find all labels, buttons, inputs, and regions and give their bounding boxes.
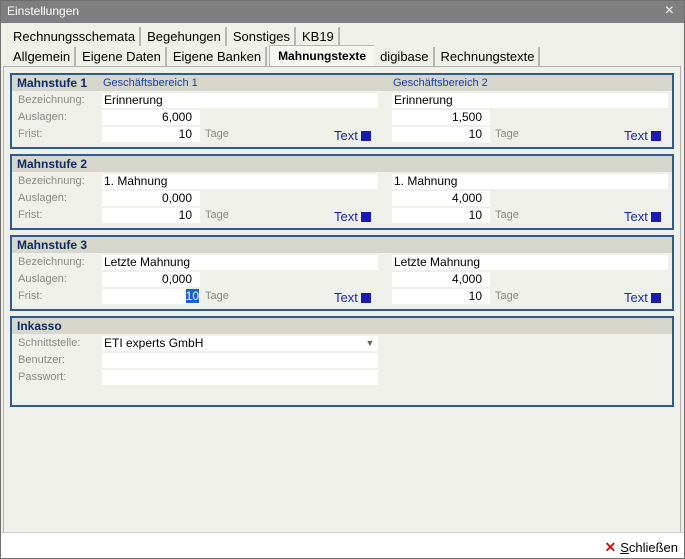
tab-eigene-daten[interactable]: Eigene Daten	[78, 47, 167, 66]
text-button-label: Text	[624, 209, 648, 224]
tab-begehungen[interactable]: Begehungen	[143, 27, 227, 46]
gb2-auslagen-input[interactable]: 4,000	[392, 191, 490, 206]
gb1-bezeichnung-input[interactable]: 1. Mahnung	[102, 174, 378, 189]
close-icon: ✕	[604, 539, 617, 555]
square-icon	[360, 130, 371, 141]
group-header: Mahnstufe 2	[12, 156, 672, 172]
gb1-bezeichnung-input[interactable]: Erinnerung	[102, 93, 378, 108]
square-icon	[360, 211, 371, 222]
tab-eigene-banken[interactable]: Eigene Banken	[169, 47, 268, 66]
gb2-text-button[interactable]: Text	[624, 128, 661, 143]
schnittstelle-label: Schnittstelle:	[18, 337, 81, 349]
group-header: Mahnstufe 1 Geschäftsbereich 1 Geschäfts…	[12, 75, 672, 91]
auslagen-label: Auslagen:	[18, 111, 67, 123]
gb1-auslagen-input[interactable]: 0,000	[102, 191, 200, 206]
passwort-label: Passwort:	[18, 371, 67, 383]
gb1-frist-input[interactable]: 10	[102, 127, 200, 142]
group-header: Inkasso	[12, 318, 672, 334]
benutzer-label: Benutzer:	[18, 354, 66, 366]
gb1-text-button[interactable]: Text	[334, 128, 371, 143]
close-accelerator: S	[620, 540, 629, 555]
footer-bar: ✕ Schließen	[1, 532, 684, 558]
gb1-text-button[interactable]: Text	[334, 290, 371, 305]
schnittstelle-select[interactable]: ETI experts GmbH ▼	[102, 336, 378, 351]
tab-content: Mahnstufe 1 Geschäftsbereich 1 Geschäfts…	[3, 66, 681, 533]
gb1-text-button[interactable]: Text	[334, 209, 371, 224]
square-icon	[650, 130, 661, 141]
group-title: Mahnstufe 2	[17, 157, 88, 171]
gb1-frist-input[interactable]: 10	[102, 289, 200, 304]
title-bar: Einstellungen ×	[1, 1, 684, 23]
selected-text: 10	[185, 289, 199, 303]
geschaeftsbereich-2-header: Geschäftsbereich 2	[393, 77, 488, 89]
bezeichnung-label: Bezeichnung:	[18, 256, 85, 268]
bezeichnung-label: Bezeichnung:	[18, 94, 85, 106]
gb2-frist-input[interactable]: 10	[392, 208, 490, 223]
settings-window: Einstellungen × Rechnungsschemata Begehu…	[0, 0, 685, 559]
frist-label: Frist:	[18, 128, 43, 140]
tage-label: Tage	[495, 290, 519, 302]
group-title: Inkasso	[17, 319, 62, 333]
gb1-auslagen-input[interactable]: 0,000	[102, 272, 200, 287]
tab-rechnungstexte[interactable]: Rechnungstexte	[437, 47, 541, 66]
text-button-label: Text	[624, 128, 648, 143]
tage-label: Tage	[495, 209, 519, 221]
gb1-auslagen-input[interactable]: 6,000	[102, 110, 200, 125]
tage-label: Tage	[205, 209, 229, 221]
frist-label: Frist:	[18, 290, 43, 302]
tab-kb19[interactable]: KB19	[298, 27, 340, 46]
group-header: Mahnstufe 3	[12, 237, 672, 253]
tab-digibase[interactable]: digibase	[376, 47, 435, 66]
tage-label: Tage	[495, 128, 519, 140]
benutzer-input[interactable]	[102, 353, 378, 368]
auslagen-label: Auslagen:	[18, 273, 67, 285]
gb1-frist-input[interactable]: 10	[102, 208, 200, 223]
auslagen-label: Auslagen:	[18, 192, 67, 204]
tab-rechnungsschemata[interactable]: Rechnungsschemata	[9, 27, 142, 46]
window-title: Einstellungen	[7, 4, 80, 18]
gb2-auslagen-input[interactable]: 4,000	[392, 272, 490, 287]
tab-strip: Rechnungsschemata Begehungen Sonstiges K…	[3, 23, 682, 67]
gb1-bezeichnung-input[interactable]: Letzte Mahnung	[102, 255, 378, 270]
gb2-text-button[interactable]: Text	[624, 209, 661, 224]
gb2-text-button[interactable]: Text	[624, 290, 661, 305]
text-button-label: Text	[624, 290, 648, 305]
frist-label: Frist:	[18, 209, 43, 221]
group-title: Mahnstufe 3	[17, 238, 88, 252]
schnittstelle-value: ETI experts GmbH	[104, 336, 204, 350]
tage-label: Tage	[205, 290, 229, 302]
text-button-label: Text	[334, 290, 358, 305]
text-button-label: Text	[334, 209, 358, 224]
group-inkasso: Inkasso Schnittstelle: Benutzer: Passwor…	[10, 316, 674, 407]
gb2-frist-input[interactable]: 10	[392, 127, 490, 142]
close-label: chließen	[628, 540, 678, 555]
tab-mahnungstexte[interactable]: Mahnungstexte	[269, 45, 375, 67]
square-icon	[360, 292, 371, 303]
gb2-bezeichnung-input[interactable]: Letzte Mahnung	[392, 255, 668, 270]
gb2-bezeichnung-input[interactable]: Erinnerung	[392, 93, 668, 108]
gb2-frist-input[interactable]: 10	[392, 289, 490, 304]
bezeichnung-label: Bezeichnung:	[18, 175, 85, 187]
group-mahnstufe-2: Mahnstufe 2 Bezeichnung: Auslagen: Frist…	[10, 154, 674, 230]
group-mahnstufe-3: Mahnstufe 3 Bezeichnung: Auslagen: Frist…	[10, 235, 674, 311]
group-mahnstufe-1: Mahnstufe 1 Geschäftsbereich 1 Geschäfts…	[10, 73, 674, 149]
text-button-label: Text	[334, 128, 358, 143]
tage-label: Tage	[205, 128, 229, 140]
tab-sonstiges[interactable]: Sonstiges	[229, 27, 296, 46]
gb2-bezeichnung-input[interactable]: 1. Mahnung	[392, 174, 668, 189]
tab-allgemein[interactable]: Allgemein	[9, 47, 77, 66]
passwort-input[interactable]	[102, 370, 378, 385]
group-title: Mahnstufe 1	[17, 76, 88, 90]
gb2-auslagen-input[interactable]: 1,500	[392, 110, 490, 125]
close-icon[interactable]: ×	[665, 1, 674, 21]
geschaeftsbereich-1-header: Geschäftsbereich 1	[103, 77, 198, 89]
square-icon	[650, 292, 661, 303]
chevron-down-icon[interactable]: ▼	[364, 336, 376, 351]
square-icon	[650, 211, 661, 222]
close-button[interactable]: ✕ Schließen	[604, 539, 678, 556]
tab-row-1: Rechnungsschemata Begehungen Sonstiges K…	[9, 27, 342, 46]
